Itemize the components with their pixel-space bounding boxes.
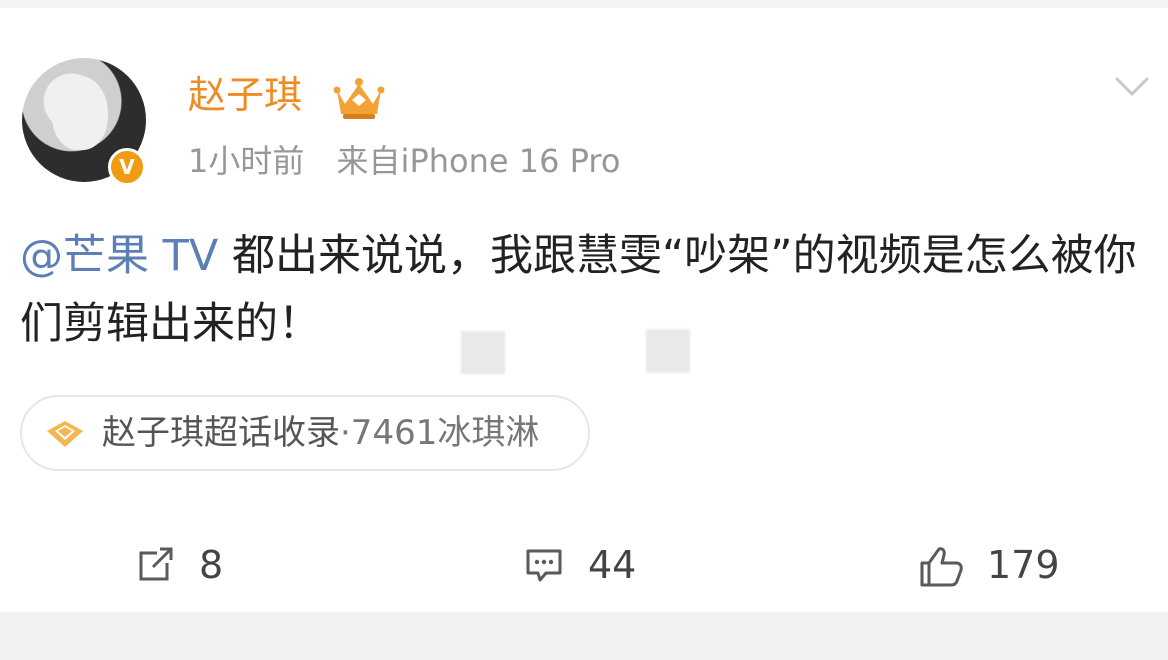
diamond-icon xyxy=(47,421,83,447)
post-content: @芒果 TV 都出来说说，我跟慧雯“吵架”的视频是怎么被你们剪辑出来的！ xyxy=(20,222,1145,358)
top-divider xyxy=(0,0,1168,8)
repost-button[interactable]: 8 xyxy=(133,521,233,609)
comment-button[interactable]: 44 xyxy=(522,521,652,609)
chevron-down-icon[interactable] xyxy=(1114,76,1150,98)
supertopic-chip[interactable]: 赵子琪超话收录·7461冰琪淋 xyxy=(20,395,590,471)
post-source: 来自iPhone 16 Pro xyxy=(336,142,621,180)
crown-icon xyxy=(333,78,385,119)
supertopic-label: 赵子琪超话收录·7461冰琪淋 xyxy=(102,413,540,453)
mention-link[interactable]: @芒果 TV xyxy=(20,231,218,281)
author-name[interactable]: 赵子琪 xyxy=(188,70,302,120)
weibo-post-card: V 赵子琪 1小时前 来自iPhone 16 Pro @芒果 TV 都出来说说，… xyxy=(0,8,1168,612)
verified-badge-icon: V xyxy=(108,148,146,186)
section-divider xyxy=(0,612,1168,660)
blurred-region xyxy=(461,331,505,374)
like-count: 179 xyxy=(987,543,1060,587)
like-button[interactable]: 179 xyxy=(917,521,1067,609)
post-meta: 1小时前 来自iPhone 16 Pro xyxy=(188,140,620,182)
post-time: 1小时前 xyxy=(188,142,305,180)
blurred-region xyxy=(646,329,690,373)
post-actions: 8 44 179 xyxy=(0,521,1168,609)
repost-count: 8 xyxy=(199,543,224,587)
repost-icon xyxy=(139,547,173,581)
comment-icon xyxy=(526,549,562,582)
like-icon xyxy=(920,547,963,587)
comment-count: 44 xyxy=(588,543,637,587)
